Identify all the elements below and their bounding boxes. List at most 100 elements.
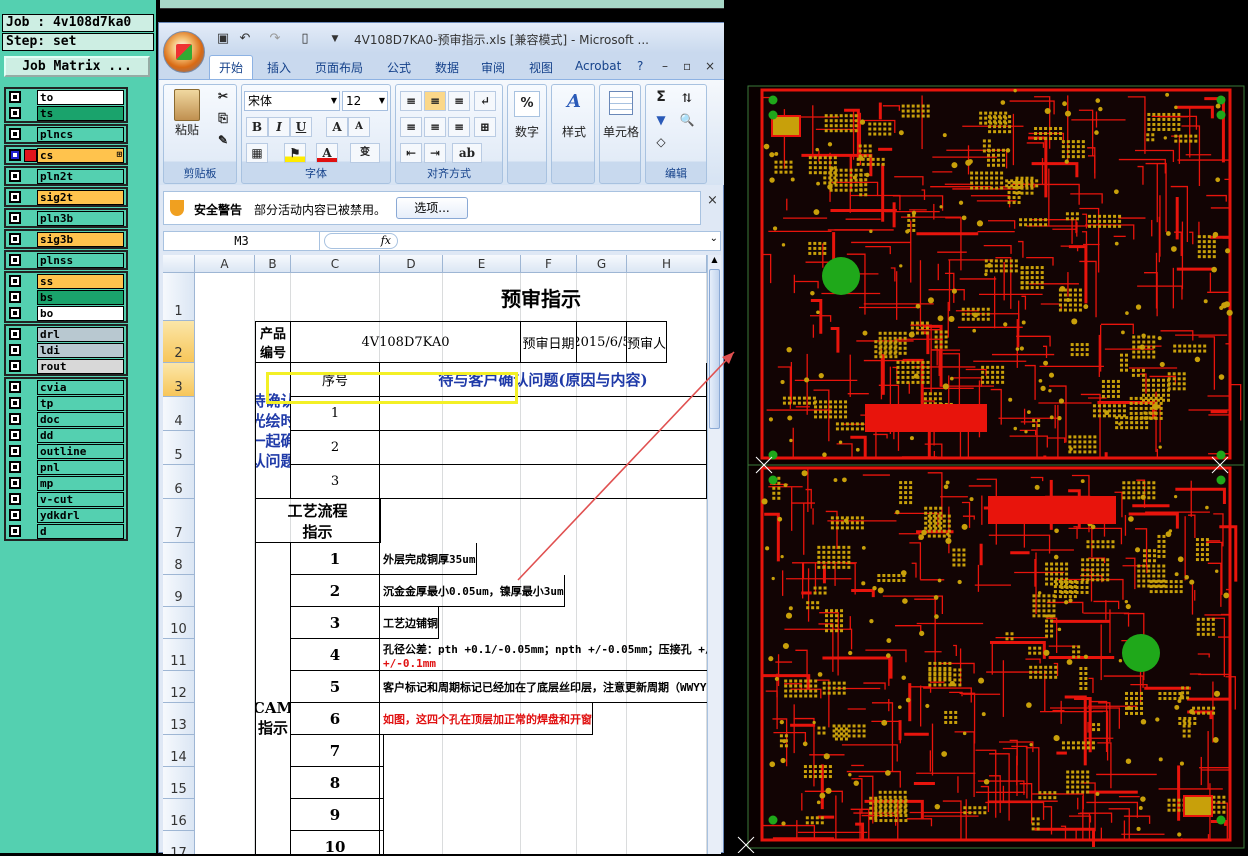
align-middle-icon[interactable]: ≡ — [424, 91, 446, 111]
layer-row-mp[interactable]: mp — [6, 475, 126, 491]
column-header-E[interactable]: E — [443, 255, 521, 273]
layer-name[interactable]: cs ⊞ — [37, 147, 124, 163]
layer-name[interactable]: drl — [37, 326, 124, 342]
security-options-button[interactable]: 选项... — [396, 197, 468, 219]
layer-name[interactable]: pln3b — [37, 210, 124, 226]
wrap-text-icon[interactable]: ↵ — [474, 91, 496, 111]
layer-row-pln2t[interactable]: pln2t — [6, 168, 126, 184]
column-header-C[interactable]: C — [291, 255, 380, 273]
layer-checkbox[interactable] — [9, 509, 21, 521]
layer-affected-marker[interactable] — [24, 445, 37, 458]
row-header-10[interactable]: 10 — [163, 607, 195, 639]
layer-checkbox[interactable] — [9, 128, 21, 140]
cam-instruction-cell[interactable] — [380, 799, 384, 831]
layer-row-rout[interactable]: rout — [6, 358, 126, 374]
align-right-icon[interactable]: ≡ — [448, 117, 470, 137]
layer-affected-marker[interactable] — [24, 212, 37, 225]
layer-row-outline[interactable]: outline — [6, 443, 126, 459]
layer-affected-marker[interactable] — [24, 107, 37, 120]
cam-instruction-label[interactable]: CAM 指示 — [255, 543, 291, 854]
column-header-B[interactable]: B — [255, 255, 291, 273]
cam-seq-cell[interactable]: 3 — [291, 607, 380, 639]
spreadsheet-grid[interactable]: A B C D E F G H 1 2 3 4 5 6 7 8 9 10 11 12 13 14 15 16 17 预审指示 产品 … — [163, 255, 707, 854]
select-all-corner[interactable] — [163, 255, 195, 273]
tab-1[interactable]: 插入 — [267, 59, 291, 76]
format-painter-icon[interactable]: ✎ — [212, 131, 234, 151]
cam-seq-cell[interactable]: 6 — [291, 703, 380, 735]
layer-checkbox[interactable] — [9, 477, 21, 489]
underline-button[interactable]: U — [290, 117, 312, 137]
close-security-icon[interactable]: × — [707, 193, 718, 208]
copy-icon[interactable]: ⎘ — [212, 109, 234, 129]
reviewer-label[interactable]: 预审人 — [627, 321, 668, 363]
layer-checkbox[interactable] — [9, 445, 21, 457]
layer-name[interactable]: plnss — [37, 252, 124, 268]
layer-affected-marker[interactable] — [24, 275, 37, 288]
fill-color-icon[interactable]: ⚑ — [284, 143, 306, 163]
layer-affected-marker[interactable] — [24, 525, 37, 538]
row-header-6[interactable]: 6 — [163, 465, 195, 499]
tab-6[interactable]: 视图 — [529, 59, 553, 76]
layer-affected-marker[interactable] — [24, 148, 37, 162]
layer-name[interactable]: sig3b — [37, 231, 124, 247]
job-matrix-button[interactable]: Job Matrix ... — [4, 56, 150, 77]
layer-row-ss[interactable]: ss — [6, 273, 126, 289]
row-header-5[interactable]: 5 — [163, 431, 195, 465]
layer-checkbox[interactable] — [9, 170, 21, 182]
layer-row-cs[interactable]: cs ⊞ — [6, 147, 126, 163]
layer-checkbox[interactable] — [9, 275, 21, 287]
layer-checkbox[interactable] — [9, 91, 21, 103]
layer-affected-marker[interactable] — [24, 477, 37, 490]
layer-checkbox[interactable] — [9, 381, 21, 393]
doc-minimize-icon[interactable]: – — [662, 59, 668, 73]
layer-checkbox[interactable] — [9, 413, 21, 425]
layer-name[interactable]: tp — [37, 395, 124, 411]
layer-checkbox[interactable] — [9, 191, 21, 203]
product-no-value[interactable]: 4V108D7KA0 — [291, 321, 521, 363]
layer-row-bs[interactable]: bs — [6, 289, 126, 305]
qat-dropdown-icon[interactable]: ▼ — [327, 31, 343, 47]
layer-affected-marker[interactable] — [24, 381, 37, 394]
scroll-up-icon[interactable]: ▲ — [708, 255, 721, 267]
align-top-icon[interactable]: ≡ — [400, 91, 422, 111]
layer-row-to[interactable]: to — [6, 89, 126, 105]
cam-instruction-cell[interactable]: 沉金金厚最小0.05um，镍厚最小3um — [380, 575, 565, 607]
layer-affected-marker[interactable] — [24, 509, 37, 522]
paste-button[interactable]: 粘贴 — [172, 89, 202, 138]
clear-icon[interactable]: ◇ — [650, 133, 672, 153]
decrease-indent-icon[interactable]: ⇤ — [400, 143, 422, 163]
row-header-15[interactable]: 15 — [163, 767, 195, 799]
align-left-icon[interactable]: ≡ — [400, 117, 422, 137]
layer-checkbox[interactable] — [9, 107, 21, 119]
cut-icon[interactable]: ✂ — [212, 87, 234, 107]
layer-name[interactable]: mp — [37, 475, 124, 491]
layer-row-ldi[interactable]: ldi — [6, 342, 126, 358]
increase-indent-icon[interactable]: ⇥ — [424, 143, 446, 163]
vertical-scrollbar[interactable]: ▲ — [707, 255, 721, 854]
layer-name[interactable]: ydkdrl — [37, 507, 124, 523]
new-doc-icon[interactable]: ▯ — [297, 31, 313, 47]
row-header-7[interactable]: 7 — [163, 499, 195, 543]
tab-4[interactable]: 数据 — [435, 59, 459, 76]
layer-row-ydkdrl[interactable]: ydkdrl — [6, 507, 126, 523]
layer-name[interactable]: plncs — [37, 126, 124, 142]
layer-checkbox[interactable] — [9, 461, 21, 473]
font-name-combo[interactable]: 宋体 ▼ — [244, 91, 340, 111]
name-box[interactable]: M3 — [164, 232, 320, 250]
tab-7[interactable]: Acrobat — [575, 59, 621, 73]
layer-checkbox[interactable] — [9, 328, 21, 340]
layer-row-plnss[interactable]: plnss — [6, 252, 126, 268]
row-header-14[interactable]: 14 — [163, 735, 195, 767]
autosum-icon[interactable]: Σ — [650, 89, 672, 109]
layer-affected-marker[interactable] — [24, 328, 37, 341]
align-center-icon[interactable]: ≡ — [424, 117, 446, 137]
layer-checkbox[interactable] — [9, 149, 21, 161]
layer-row-doc[interactable]: doc — [6, 411, 126, 427]
layer-checkbox[interactable] — [9, 291, 21, 303]
cam-instruction-cell[interactable] — [380, 831, 384, 854]
layer-affected-marker[interactable] — [24, 128, 37, 141]
layer-row-sig2t[interactable]: sig2t — [6, 189, 126, 205]
layer-name[interactable]: ss — [37, 273, 124, 289]
column-header-A[interactable]: A — [195, 255, 255, 273]
italic-button[interactable]: I — [268, 117, 290, 137]
